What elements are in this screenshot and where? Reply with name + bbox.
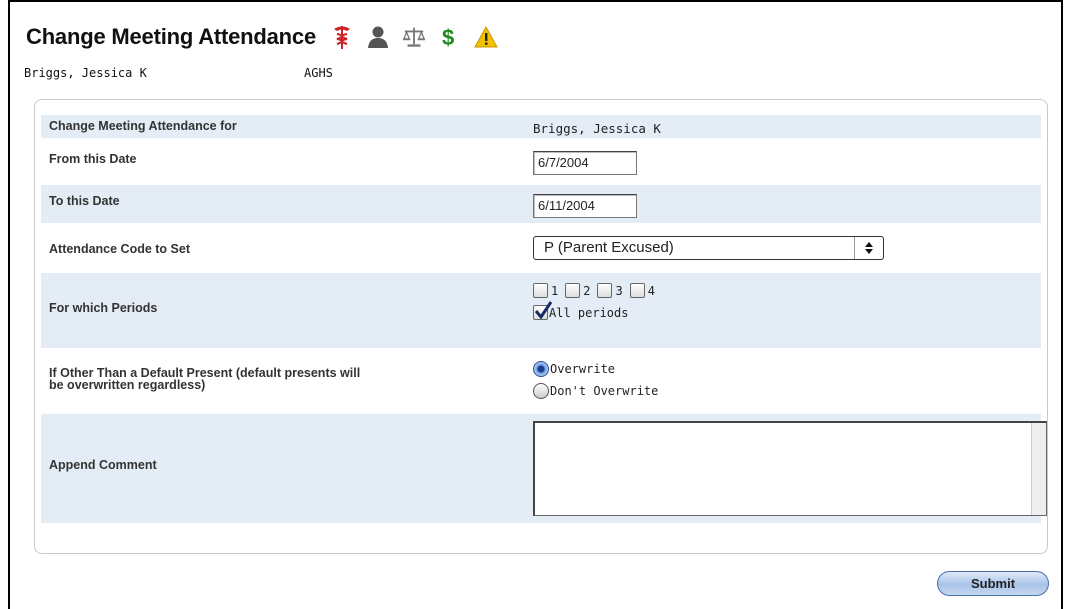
school-name: AGHS (304, 66, 333, 80)
fees-icon[interactable]: $ (438, 24, 462, 50)
from-date-input[interactable]: 6/7/2004 (533, 151, 637, 175)
student-name: Briggs, Jessica K (24, 66, 147, 80)
to-date-input[interactable]: 6/11/2004 (533, 194, 637, 218)
period-3-checkbox[interactable] (597, 283, 613, 298)
form-row-overwrite: If Other Than a Default Present (default… (41, 350, 1041, 414)
page-title: Change Meeting Attendance (26, 24, 316, 49)
period-4-label: 4 (647, 283, 655, 298)
form-row-code: Attendance Code to Set P (Parent Excused… (41, 228, 1041, 273)
period-1-checkbox[interactable] (533, 283, 548, 298)
all-periods-row: All periods (533, 301, 655, 320)
attendance-code-value: P (Parent Excused) (544, 239, 674, 256)
period-3-label: 3 (615, 283, 623, 298)
attendance-code-label: Attendance Code to Set (49, 242, 190, 256)
overwrite-radio[interactable] (533, 361, 549, 377)
period-1-label: 1 (551, 283, 559, 298)
student-info-row: Briggs, Jessica K AGHS (24, 66, 333, 80)
attendance-code-select[interactable]: P (Parent Excused) (533, 236, 884, 260)
to-date-label: To this Date (49, 194, 120, 208)
dont-overwrite-option: Don't Overwrite (533, 383, 658, 399)
period-4-checkbox[interactable] (629, 283, 645, 298)
period-2-checkbox[interactable] (565, 283, 581, 298)
form-row-from: From this Date 6/7/2004 (41, 145, 1041, 185)
comment-textarea[interactable] (533, 421, 1047, 516)
overwrite-option: Overwrite (533, 361, 658, 377)
periods-label: For which Periods (49, 301, 158, 315)
title-row: Change Meeting Attendance $ (26, 24, 498, 50)
overwrite-label-line2: be overwritten regardless) (49, 378, 206, 392)
submit-button[interactable]: Submit (937, 571, 1049, 596)
warning-icon[interactable] (474, 24, 498, 50)
overwrite-radio-label: Overwrite (550, 362, 616, 376)
legal-icon[interactable] (402, 24, 426, 50)
guardian-icon[interactable] (366, 24, 390, 50)
for-value: Briggs, Jessica K (533, 121, 661, 136)
comment-scrollbar[interactable] (1031, 423, 1046, 515)
dont-overwrite-radio-label: Don't Overwrite (550, 384, 659, 398)
select-arrows-icon (854, 237, 883, 259)
form-row-for: Change Meeting Attendance for Briggs, Je… (41, 115, 1041, 138)
checkmark-icon (534, 301, 553, 320)
all-periods-label: All periods (549, 305, 629, 320)
form-row-to: To this Date 6/11/2004 (41, 185, 1041, 223)
from-date-label: From this Date (49, 152, 137, 166)
svg-text:$: $ (442, 25, 454, 50)
form-row-comment: Append Comment (41, 414, 1047, 523)
comment-label: Append Comment (49, 458, 157, 472)
for-label: Change Meeting Attendance for (49, 119, 237, 133)
medical-icon[interactable] (330, 24, 354, 50)
period-2-label: 2 (583, 283, 591, 298)
form-row-periods: For which Periods 1 2 3 4 All periods (41, 273, 1041, 348)
dont-overwrite-radio[interactable] (533, 383, 549, 399)
all-periods-checkbox[interactable] (533, 301, 553, 320)
alert-icons: $ (330, 24, 498, 50)
attendance-form-panel: Change Meeting Attendance for Briggs, Je… (34, 99, 1048, 554)
overwrite-label: If Other Than a Default Present (default… (49, 367, 360, 392)
period-checkboxes: 1 2 3 4 (533, 283, 655, 298)
